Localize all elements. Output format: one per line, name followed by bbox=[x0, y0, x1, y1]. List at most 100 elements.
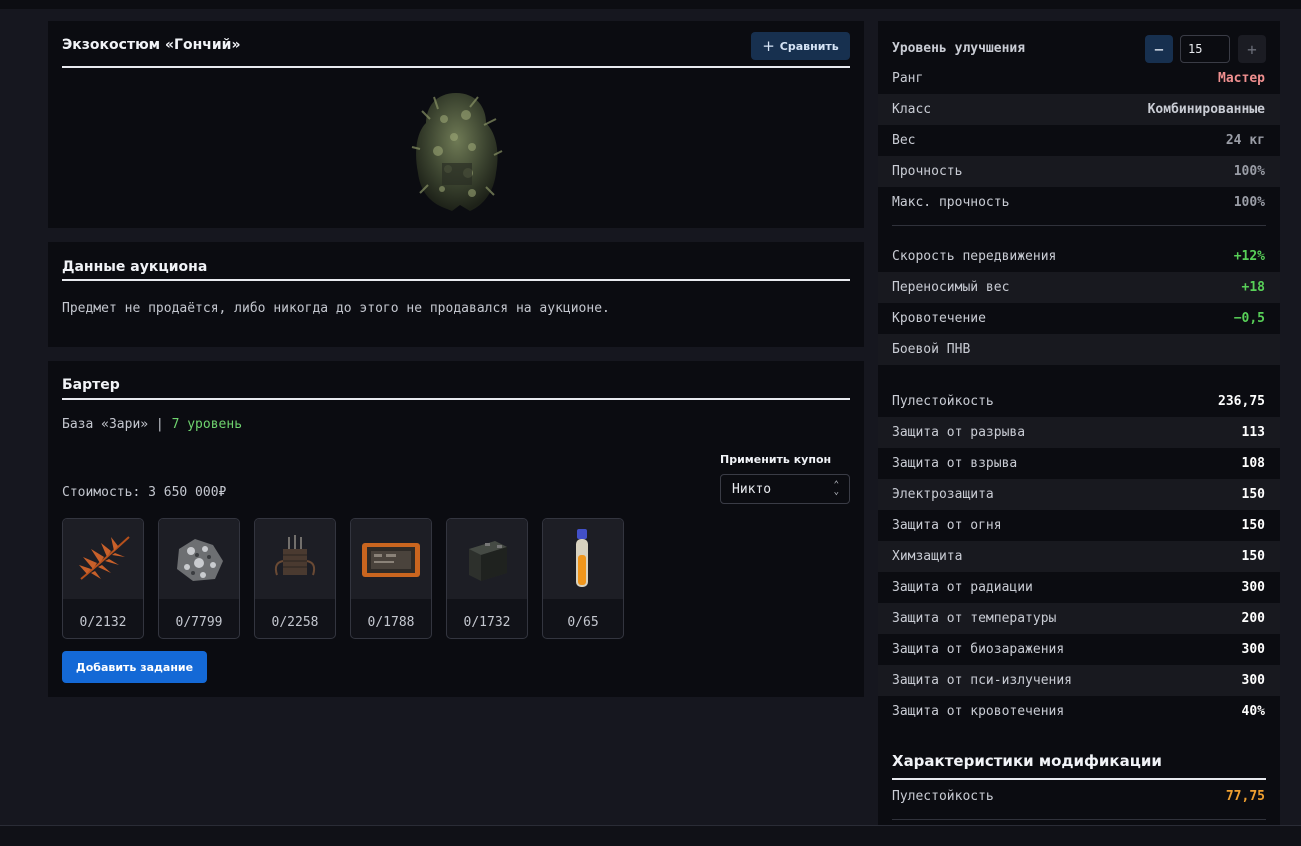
stat-value: 100% bbox=[1233, 164, 1265, 179]
barter-item[interactable]: 0/1788 bbox=[350, 518, 432, 639]
stat-name: Пулестойкость bbox=[892, 394, 994, 409]
stat-value: 300 bbox=[1241, 580, 1265, 595]
stat-row: Электрозащита 150 bbox=[878, 479, 1280, 510]
barter-separator: | bbox=[155, 417, 164, 432]
section-divider bbox=[892, 225, 1266, 226]
stat-name: Химзащита bbox=[892, 549, 963, 564]
stat-name: Пулестойкость bbox=[892, 789, 994, 804]
stat-value: 300 bbox=[1241, 642, 1265, 657]
upgrade-level-row: Уровень улучшения − 15 + bbox=[878, 33, 1280, 65]
stat-value: 108 bbox=[1241, 456, 1265, 471]
stat-name: Защита от пси-излучения bbox=[892, 673, 1073, 688]
add-task-button[interactable]: Добавить задание bbox=[62, 651, 207, 683]
stat-name: Кровотечение bbox=[892, 311, 986, 326]
stat-row: Вес 24 кг bbox=[878, 125, 1280, 156]
stat-value: 150 bbox=[1241, 487, 1265, 502]
stat-row: Защита от взрыва 108 bbox=[878, 448, 1280, 479]
stat-row: Защита от разрыва 113 bbox=[878, 417, 1280, 448]
stat-name: Защита от кровотечения bbox=[892, 704, 1065, 719]
plus-icon: + bbox=[762, 36, 775, 55]
item-card: Экзокостюм «Гончий» + Сравнить bbox=[48, 21, 864, 228]
stat-row: Пулестойкость 77,75 bbox=[878, 781, 1280, 812]
battery-box-icon bbox=[447, 519, 527, 599]
stat-value: 100% bbox=[1233, 195, 1265, 210]
stat-row: Пулестойкость 236,75 bbox=[878, 386, 1280, 417]
decrease-level-button[interactable]: − bbox=[1145, 35, 1173, 63]
stat-value: −0,5 bbox=[1233, 311, 1265, 326]
stat-row: Ранг Мастер bbox=[878, 63, 1280, 94]
stat-row: Скорость передвижения +12% bbox=[878, 241, 1280, 272]
barter-item[interactable]: 0/1732 bbox=[446, 518, 528, 639]
barter-items: 0/2132 0/7799 0/2258 0/1788 0/1732 0/65 bbox=[62, 518, 624, 639]
barter-level: 7 уровень bbox=[171, 417, 243, 432]
stat-name: Класс bbox=[892, 102, 932, 117]
barter-item-count: 0/65 bbox=[567, 615, 599, 630]
stat-row: Защита от температуры 200 bbox=[878, 603, 1280, 634]
stat-name: Макс. прочность bbox=[892, 195, 1010, 210]
stat-name: Скорость передвижения bbox=[892, 249, 1057, 264]
stat-value: 113 bbox=[1241, 425, 1265, 440]
stat-name: Защита от температуры bbox=[892, 611, 1057, 626]
barter-cost: Стоимость: 3 650 000₽ bbox=[62, 485, 227, 500]
stat-row: Прочность 100% bbox=[878, 156, 1280, 187]
stat-value: 300 bbox=[1241, 673, 1265, 688]
stat-name: Переносимый вес bbox=[892, 280, 1010, 295]
stat-value: 24 кг bbox=[1225, 133, 1265, 148]
compare-label: Сравнить bbox=[779, 39, 839, 53]
bottom-bar bbox=[0, 825, 1301, 846]
coupon-select[interactable]: Никто ⌃ ⌄ bbox=[720, 474, 850, 504]
mod-section-title: Характеристики модификации bbox=[892, 752, 1162, 770]
barter-item-count: 0/2258 bbox=[271, 615, 319, 630]
fern-leaf-icon bbox=[63, 519, 143, 599]
vial-icon bbox=[543, 519, 623, 599]
barter-item-count: 0/1788 bbox=[367, 615, 415, 630]
auction-message: Предмет не продаётся, либо никогда до эт… bbox=[62, 301, 610, 316]
barter-item[interactable]: 0/7799 bbox=[158, 518, 240, 639]
stat-value: +12% bbox=[1233, 249, 1265, 264]
barter-item[interactable]: 0/2258 bbox=[254, 518, 336, 639]
barter-title: Бартер bbox=[62, 377, 120, 393]
upgrade-level-input[interactable]: 15 bbox=[1180, 35, 1230, 63]
stat-value: Комбинированные bbox=[1147, 102, 1265, 117]
stat-value: 150 bbox=[1241, 549, 1265, 564]
stat-name: Защита от биозаражения bbox=[892, 642, 1065, 657]
stats-panel: Уровень улучшения − 15 + Ранг Мастер Класс… bbox=[878, 21, 1280, 825]
chevron-updown-icon: ⌃ ⌄ bbox=[833, 480, 839, 497]
item-title: Экзокостюм «Гончий» bbox=[62, 37, 241, 53]
upgrade-level-label: Уровень улучшения bbox=[892, 41, 1026, 56]
stat-value: 40% bbox=[1241, 704, 1265, 719]
stat-name: Боевой ПНВ bbox=[892, 342, 971, 357]
stat-row: Макс. прочность 100% bbox=[878, 187, 1280, 218]
stat-value: 77,75 bbox=[1225, 789, 1265, 804]
stat-name: Защита от разрыва bbox=[892, 425, 1026, 440]
barter-card: Бартер База «Зари» | 7 уровень Применить… bbox=[48, 361, 864, 697]
mineral-rock-icon bbox=[159, 519, 239, 599]
item-image bbox=[408, 89, 504, 213]
stat-row: Защита от радиации 300 bbox=[878, 572, 1280, 603]
title-underline bbox=[62, 66, 850, 68]
coupon-label: Применить купон bbox=[720, 453, 832, 466]
barter-item[interactable]: 0/2132 bbox=[62, 518, 144, 639]
barter-item[interactable]: 0/65 bbox=[542, 518, 624, 639]
auction-card: Данные аукциона Предмет не продаётся, ли… bbox=[48, 242, 864, 347]
stat-name: Вес bbox=[892, 133, 916, 148]
stat-row: Защита от кровотечения 40% bbox=[878, 696, 1280, 727]
increase-level-button[interactable]: + bbox=[1238, 35, 1266, 63]
stat-row: Защита от огня 150 bbox=[878, 510, 1280, 541]
stat-name: Прочность bbox=[892, 164, 963, 179]
stat-name: Ранг bbox=[892, 71, 924, 86]
stat-name: Защита от взрыва bbox=[892, 456, 1018, 471]
stat-value: 200 bbox=[1241, 611, 1265, 626]
coupon-value: Никто bbox=[732, 481, 772, 497]
tablet-device-icon bbox=[351, 519, 431, 599]
stat-row: Защита от биозаражения 300 bbox=[878, 634, 1280, 665]
barter-item-count: 0/1732 bbox=[463, 615, 511, 630]
stat-name: Защита от радиации bbox=[892, 580, 1033, 595]
electronic-device-icon bbox=[255, 519, 335, 599]
stat-value: 236,75 bbox=[1218, 394, 1265, 409]
stat-row: Класс Комбинированные bbox=[878, 94, 1280, 125]
auction-title: Данные аукциона bbox=[62, 259, 208, 275]
stat-row: Боевой ПНВ bbox=[878, 334, 1280, 365]
stat-name: Защита от огня bbox=[892, 518, 1002, 533]
compare-button[interactable]: + Сравнить bbox=[751, 32, 850, 60]
